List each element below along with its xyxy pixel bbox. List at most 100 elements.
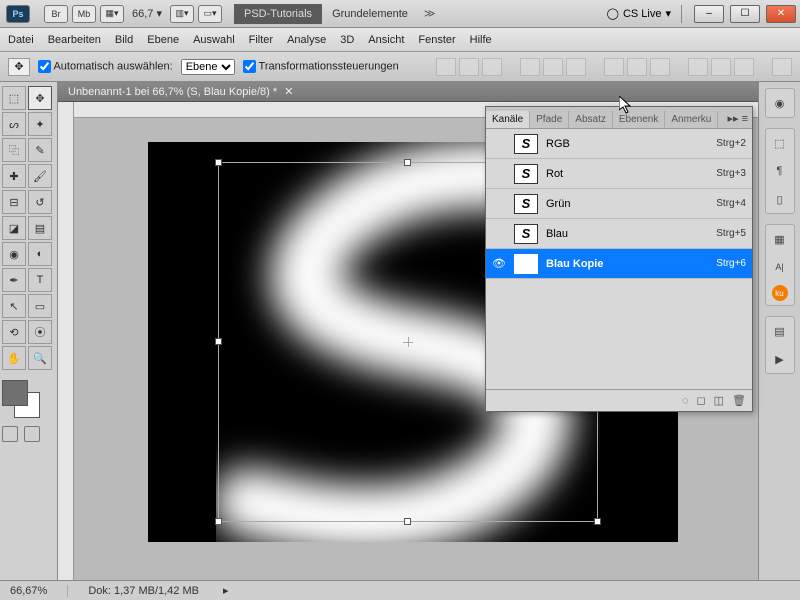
workspace-more-icon[interactable]: ≫ xyxy=(424,7,436,20)
channel-rows: SRGBStrg+2 SRotStrg+3 SGrünStrg+4 SBlauS… xyxy=(486,129,752,389)
path-tool[interactable]: ↖ xyxy=(2,294,26,318)
eyedropper-tool[interactable]: ✎ xyxy=(28,138,52,162)
marquee-tool[interactable]: ⬚ xyxy=(2,86,26,110)
visibility-toggle[interactable]: 👁 xyxy=(492,257,506,270)
align-top-icon[interactable] xyxy=(436,58,456,76)
move-tool-icon[interactable]: ✥ xyxy=(8,58,30,76)
screenmode-button[interactable]: ▭▾ xyxy=(198,5,222,23)
3d-tool[interactable]: ⟲ xyxy=(2,320,26,344)
channel-row-rgb[interactable]: SRGBStrg+2 xyxy=(486,129,752,159)
channel-row-rot[interactable]: SRotStrg+3 xyxy=(486,159,752,189)
lasso-tool[interactable]: ᔕ xyxy=(2,112,26,136)
dist-bottom-icon[interactable] xyxy=(650,58,670,76)
align-left-icon[interactable] xyxy=(520,58,540,76)
swatches-panel-icon[interactable]: ⬚ xyxy=(770,133,790,153)
menu-ebene[interactable]: Ebene xyxy=(147,34,179,46)
color-panel-icon[interactable]: ◉ xyxy=(770,93,790,113)
move-tool[interactable]: ✥ xyxy=(28,86,52,110)
dist-hcenter-icon[interactable] xyxy=(711,58,731,76)
delete-channel-icon[interactable]: 🗑 xyxy=(732,394,746,407)
menu-bild[interactable]: Bild xyxy=(115,34,133,46)
dodge-tool[interactable]: ◐ xyxy=(28,242,52,266)
transform-center-icon[interactable] xyxy=(403,337,413,347)
zoom-tool[interactable]: 🔍 xyxy=(28,346,52,370)
workspace-tab-grund[interactable]: Grundelemente xyxy=(322,4,418,24)
dist-top-icon[interactable] xyxy=(604,58,624,76)
menu-analyse[interactable]: Analyse xyxy=(287,34,326,46)
panel-tab-anmerku[interactable]: Anmerku xyxy=(665,111,718,128)
stamp-tool[interactable]: ⊟ xyxy=(2,190,26,214)
menu-filter[interactable]: Filter xyxy=(249,34,273,46)
paragraph-panel-icon[interactable]: ¶ xyxy=(770,161,790,181)
styles-panel-icon[interactable]: ▯ xyxy=(770,189,790,209)
auto-select-checkbox[interactable]: Automatisch auswählen: xyxy=(38,60,173,73)
menubar: Datei Bearbeiten Bild Ebene Auswahl Filt… xyxy=(0,28,800,52)
layout-dropdown[interactable]: ▦▾ xyxy=(100,5,124,23)
auto-align-icon[interactable] xyxy=(772,58,792,76)
status-zoom[interactable]: 66,67% xyxy=(10,585,68,597)
load-selection-icon[interactable]: ◌ xyxy=(682,395,689,407)
history-brush-tool[interactable]: ↺ xyxy=(28,190,52,214)
align-buttons xyxy=(436,58,792,76)
status-doc[interactable]: Dok: 1,37 MB/1,42 MB xyxy=(88,585,199,597)
auto-select-dropdown[interactable]: Ebene xyxy=(181,59,235,75)
menu-datei[interactable]: Datei xyxy=(8,34,34,46)
panel-tab-absatz[interactable]: Absatz xyxy=(569,111,613,128)
eraser-tool[interactable]: ◪ xyxy=(2,216,26,240)
new-channel-icon[interactable]: ◫ xyxy=(714,394,724,407)
panel-tab-ebenenk[interactable]: Ebenenk xyxy=(613,111,665,128)
menu-bearbeiten[interactable]: Bearbeiten xyxy=(48,34,101,46)
save-selection-icon[interactable]: ◻ xyxy=(696,394,705,407)
history-panel-icon[interactable]: ▤ xyxy=(770,321,790,341)
type-tool[interactable]: T xyxy=(28,268,52,292)
crop-tool[interactable]: ⿻ xyxy=(2,138,26,162)
workspace-tab-psd[interactable]: PSD-Tutorials xyxy=(234,4,322,24)
heal-tool[interactable]: ✚ xyxy=(2,164,26,188)
wand-tool[interactable]: ✦ xyxy=(28,112,52,136)
menu-hilfe[interactable]: Hilfe xyxy=(470,34,492,46)
document-tab[interactable]: Unbenannt-1 bei 66,7% (S, Blau Kopie/8) … xyxy=(58,82,758,102)
status-dropdown-icon[interactable]: ▸ xyxy=(223,584,229,597)
align-vcenter-icon[interactable] xyxy=(459,58,479,76)
quickmask-modes[interactable] xyxy=(2,426,40,442)
menu-ansicht[interactable]: Ansicht xyxy=(368,34,404,46)
hand-tool[interactable]: ✋ xyxy=(2,346,26,370)
3d-camera-tool[interactable]: ⦿ xyxy=(28,320,52,344)
minimize-button[interactable]: – xyxy=(694,5,724,23)
panel-more-icon[interactable]: ▸▸ ≡ xyxy=(723,109,752,128)
bridge-button[interactable]: Br xyxy=(44,5,68,23)
brush-tool[interactable]: 🖌 xyxy=(28,164,52,188)
transform-controls-checkbox[interactable]: Transformationssteuerungen xyxy=(243,60,399,73)
ps-logo[interactable]: Ps xyxy=(6,5,30,23)
panel-tab-pfade[interactable]: Pfade xyxy=(530,111,569,128)
viewmode-button[interactable]: ▥▾ xyxy=(170,5,194,23)
panel-tab-kanaele[interactable]: Kanäle xyxy=(486,111,530,128)
zoom-value: 66,7 ▾ xyxy=(132,7,162,20)
shape-tool[interactable]: ▭ xyxy=(28,294,52,318)
close-button[interactable]: ✕ xyxy=(766,5,796,23)
maximize-button[interactable]: ☐ xyxy=(730,5,760,23)
kuler-panel-icon[interactable]: ku xyxy=(772,285,788,301)
align-bottom-icon[interactable] xyxy=(482,58,502,76)
minibridge-button[interactable]: Mb xyxy=(72,5,96,23)
gradient-tool[interactable]: ▤ xyxy=(28,216,52,240)
blur-tool[interactable]: ◉ xyxy=(2,242,26,266)
menu-3d[interactable]: 3D xyxy=(340,34,354,46)
menu-fenster[interactable]: Fenster xyxy=(418,34,455,46)
dist-right-icon[interactable] xyxy=(734,58,754,76)
cslive-label[interactable]: CS Live xyxy=(623,8,662,20)
actions-panel-icon[interactable]: ▶ xyxy=(770,349,790,369)
align-right-icon[interactable] xyxy=(566,58,586,76)
channel-row-blau[interactable]: SBlauStrg+5 xyxy=(486,219,752,249)
dist-vcenter-icon[interactable] xyxy=(627,58,647,76)
menu-auswahl[interactable]: Auswahl xyxy=(193,34,235,46)
pen-tool[interactable]: ✒ xyxy=(2,268,26,292)
cslive-dropdown-icon[interactable]: ▾ xyxy=(665,7,671,20)
color-swatch[interactable] xyxy=(2,380,40,418)
dist-left-icon[interactable] xyxy=(688,58,708,76)
align-hcenter-icon[interactable] xyxy=(543,58,563,76)
channel-row-blau-kopie[interactable]: 👁SBlau KopieStrg+6 xyxy=(486,249,752,279)
character-panel-icon[interactable]: A| xyxy=(770,257,790,277)
channel-row-gruen[interactable]: SGrünStrg+4 xyxy=(486,189,752,219)
layers-panel-icon[interactable]: ▦ xyxy=(770,229,790,249)
